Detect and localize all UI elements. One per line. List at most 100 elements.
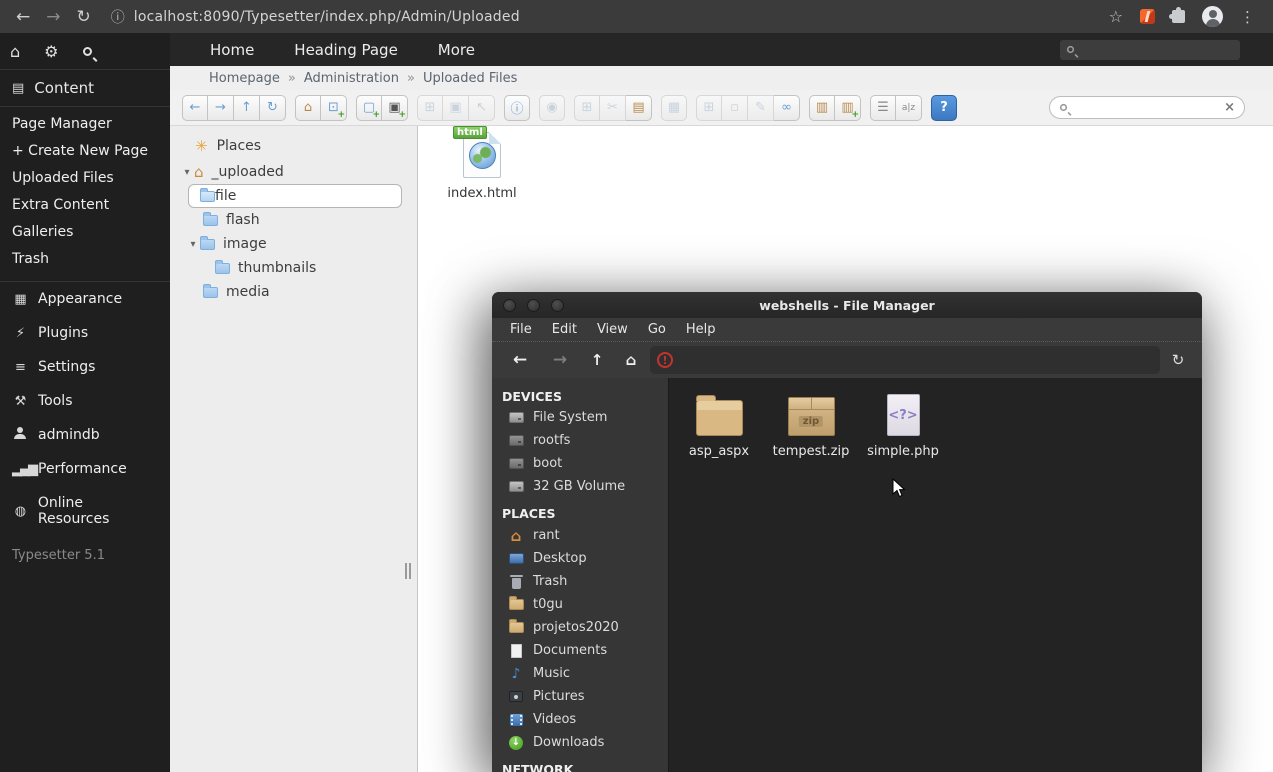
bookmark-star-icon[interactable]: ☆ bbox=[1109, 7, 1123, 26]
file-index-html[interactable]: html index.html bbox=[438, 132, 526, 201]
reload-button[interactable]: ↻ bbox=[260, 95, 286, 121]
tree-node-image[interactable]: ▾ image bbox=[170, 232, 417, 256]
menu-file[interactable]: File bbox=[500, 322, 542, 337]
place-trash[interactable]: Trash bbox=[492, 570, 668, 593]
browser-menu-icon[interactable]: ⋮ bbox=[1240, 8, 1255, 26]
place-documents[interactable]: Documents bbox=[492, 639, 668, 662]
fm-home-button[interactable]: ⌂ bbox=[616, 351, 646, 369]
select-area-button[interactable]: ▫ bbox=[722, 95, 748, 121]
menu-view[interactable]: View bbox=[587, 322, 638, 337]
clear-search-icon[interactable]: × bbox=[1224, 100, 1235, 115]
browser-reload-icon[interactable]: ↻ bbox=[77, 7, 91, 27]
fm-path-bar[interactable]: ! bbox=[650, 346, 1160, 374]
caret-down-icon[interactable]: ▾ bbox=[180, 167, 194, 178]
desktop-button[interactable]: ⊡+ bbox=[321, 95, 347, 121]
tree-places[interactable]: ✳ Places bbox=[170, 132, 417, 160]
upload-button[interactable]: ▣+ bbox=[382, 95, 408, 121]
extract-button[interactable]: ▥+ bbox=[835, 95, 861, 121]
menu-go[interactable]: Go bbox=[638, 322, 676, 337]
nav-more[interactable]: More bbox=[438, 41, 475, 59]
file-tempest-zip[interactable]: zip tempest.zip bbox=[771, 390, 851, 459]
topbar-search-input[interactable] bbox=[1081, 43, 1221, 57]
device-boot[interactable]: boot bbox=[492, 452, 668, 475]
place-videos[interactable]: Videos bbox=[492, 708, 668, 731]
device-file-system[interactable]: File System bbox=[492, 406, 668, 429]
home-icon[interactable]: ⌂ bbox=[10, 42, 20, 61]
finder-search-box[interactable]: × bbox=[1049, 96, 1245, 119]
place-t0gu[interactable]: t0gu bbox=[492, 593, 668, 616]
device-rootfs[interactable]: rootfs bbox=[492, 429, 668, 452]
sidebar-section-appearance[interactable]: ▦ Appearance bbox=[0, 282, 170, 316]
tree-node-media[interactable]: media bbox=[170, 280, 417, 304]
fm-back-button[interactable]: ← bbox=[502, 350, 538, 370]
sidebar-item-create-new-page[interactable]: + Create New Page bbox=[0, 138, 170, 165]
place-music[interactable]: ♪Music bbox=[492, 662, 668, 685]
tree-node-file-selected[interactable]: file bbox=[188, 184, 402, 208]
device-32gb-volume[interactable]: 32 GB Volume bbox=[492, 475, 668, 498]
list-view-button[interactable]: ☰ bbox=[870, 95, 896, 121]
tree-node-thumbnails[interactable]: thumbnails bbox=[170, 256, 417, 280]
search-icon[interactable] bbox=[83, 47, 92, 56]
sidebar-section-performance[interactable]: ▂▄▆ Performance bbox=[0, 452, 170, 486]
breadcrumb-homepage[interactable]: Homepage bbox=[209, 71, 280, 86]
file-simple-php[interactable]: <?> simple.php bbox=[863, 390, 943, 459]
sidebar-item-page-manager[interactable]: Page Manager bbox=[0, 111, 170, 138]
info-button[interactable]: ⓘ bbox=[504, 95, 530, 121]
edit-button[interactable]: ✎ bbox=[748, 95, 774, 121]
paste-button[interactable]: ▤ bbox=[626, 95, 652, 121]
panel-resize-grip[interactable] bbox=[405, 563, 413, 579]
tree-root-uploaded[interactable]: ▾ ⌂ _uploaded bbox=[170, 160, 417, 184]
sidebar-section-content[interactable]: ▤ Content bbox=[0, 70, 170, 106]
back-button[interactable]: ← bbox=[182, 95, 208, 121]
forward-button[interactable]: → bbox=[208, 95, 234, 121]
fm-reload-button[interactable]: ↻ bbox=[1164, 351, 1192, 369]
finder-search-input[interactable] bbox=[1075, 101, 1217, 115]
home-dir-button[interactable]: ⌂ bbox=[295, 95, 321, 121]
extension-icon[interactable] bbox=[1140, 9, 1155, 24]
fm-up-button[interactable]: ↑ bbox=[582, 351, 612, 369]
place-pictures[interactable]: Pictures bbox=[492, 685, 668, 708]
sidebar-section-tools[interactable]: ⚒ Tools bbox=[0, 384, 170, 418]
preview-button[interactable]: ◉ bbox=[539, 95, 565, 121]
sidebar-item-galleries[interactable]: Galleries bbox=[0, 219, 170, 246]
links-button[interactable]: ∞ bbox=[774, 95, 800, 121]
menu-edit[interactable]: Edit bbox=[542, 322, 587, 337]
place-rant[interactable]: ⌂rant bbox=[492, 524, 668, 547]
menu-help[interactable]: Help bbox=[676, 322, 726, 337]
caret-down-icon[interactable]: ▾ bbox=[186, 239, 200, 250]
archive-button[interactable]: ▦ bbox=[661, 95, 687, 121]
browser-forward-icon[interactable]: → bbox=[46, 7, 60, 27]
new-file-button[interactable]: ▢+ bbox=[356, 95, 382, 121]
nav-home[interactable]: Home bbox=[210, 41, 254, 59]
sidebar-item-extra-content[interactable]: Extra Content bbox=[0, 192, 170, 219]
up-button[interactable]: ↑ bbox=[234, 95, 260, 121]
page-info-icon[interactable]: ⓘ bbox=[111, 7, 125, 27]
file-asp-aspx[interactable]: asp_aspx bbox=[679, 390, 759, 459]
profile-avatar[interactable] bbox=[1202, 6, 1223, 27]
topbar-search-box[interactable] bbox=[1060, 40, 1240, 60]
nav-heading-page[interactable]: Heading Page bbox=[294, 41, 398, 59]
window-titlebar[interactable]: webshells - File Manager bbox=[492, 292, 1202, 318]
rename-button[interactable]: a|z bbox=[896, 95, 922, 121]
address-bar[interactable]: localhost:8090/Typesetter/index.php/Admi… bbox=[134, 9, 520, 25]
sidebar-section-online-resources[interactable]: ◍ Online Resources bbox=[0, 486, 170, 536]
extensions-puzzle-icon[interactable] bbox=[1172, 10, 1185, 23]
place-projetos2020[interactable]: projetos2020 bbox=[492, 616, 668, 639]
mount-button[interactable]: ▥ bbox=[809, 95, 835, 121]
save-button[interactable]: ▣ bbox=[443, 95, 469, 121]
duplicate-2-button[interactable]: ⊞ bbox=[696, 95, 722, 121]
fm-files-pane[interactable]: asp_aspx zip tempest.zip <?> simple.php bbox=[669, 378, 1202, 772]
copy-button[interactable]: ⊞ bbox=[574, 95, 600, 121]
tree-node-flash[interactable]: flash bbox=[170, 208, 417, 232]
gear-icon[interactable]: ⚙ bbox=[44, 42, 58, 61]
sidebar-item-trash[interactable]: Trash bbox=[0, 246, 170, 273]
pointer-button[interactable]: ↖ bbox=[469, 95, 495, 121]
cut-button[interactable]: ✂ bbox=[600, 95, 626, 121]
sidebar-section-admindb[interactable]: admindb bbox=[0, 418, 170, 452]
help-button[interactable]: ? bbox=[931, 95, 957, 121]
breadcrumb-administration[interactable]: Administration bbox=[304, 71, 399, 86]
place-downloads[interactable]: ↓Downloads bbox=[492, 731, 668, 754]
duplicate-button[interactable]: ⊞ bbox=[417, 95, 443, 121]
fm-forward-button[interactable]: → bbox=[542, 350, 578, 370]
browser-back-icon[interactable]: ← bbox=[16, 7, 30, 27]
